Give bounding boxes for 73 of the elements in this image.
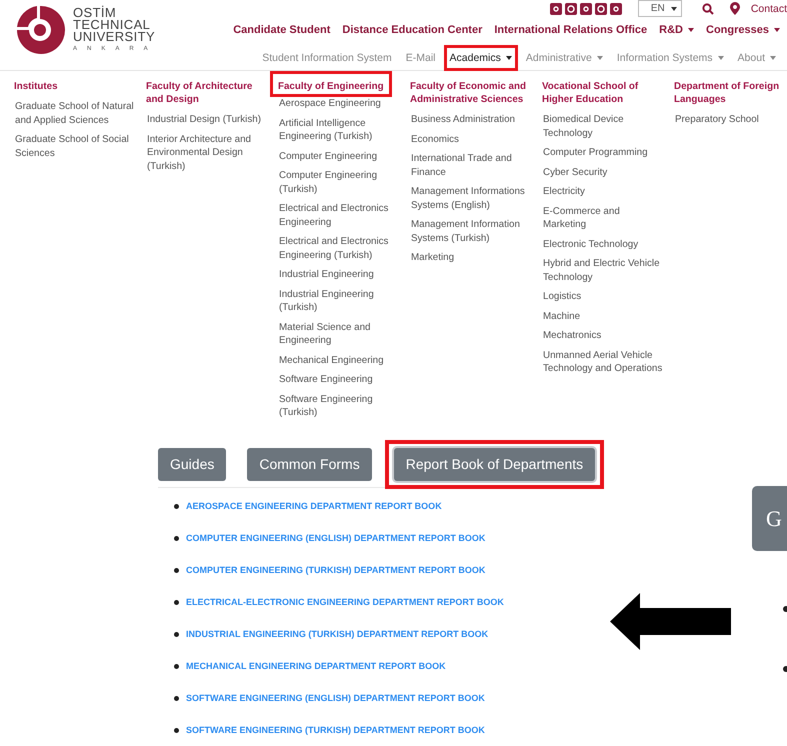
menu-link[interactable]: Hybrid and Electric Vehicle Technology: [543, 257, 664, 284]
menu-link[interactable]: Electrical and Electronics Engineering: [279, 202, 400, 229]
menu-link[interactable]: Interior Architecture and Environmental Design (Turkish): [147, 132, 268, 173]
university-name: TECHNICAL: [73, 19, 150, 31]
bullet-icon: [174, 728, 179, 732]
social-media-icon[interactable]: [594, 2, 607, 14]
menu-link[interactable]: Marketing: [411, 251, 454, 264]
contact-link[interactable]: Contact: [750, 2, 787, 14]
logo-icon: [15, 4, 65, 56]
menu-heading-link[interactable]: Institutes: [11, 77, 61, 96]
nav-link[interactable]: Congresses: [706, 24, 780, 36]
chevron-icon: [670, 6, 677, 10]
menu-link[interactable]: Artificial Intelligence Engineering (Turkish): [279, 116, 400, 144]
menu-link[interactable]: Material Science and Engineering: [279, 320, 400, 348]
menu-heading-link[interactable]: Vocational School of Higher Education: [539, 77, 664, 109]
menu-link[interactable]: Graduate School of Natural and Applied Sciences: [15, 100, 136, 127]
social-media-icon[interactable]: [550, 2, 562, 14]
menu-heading-link[interactable]: Faculty of Economic and Administrative Sciences: [407, 77, 532, 109]
nav-link[interactable]: Candidate Student: [233, 24, 330, 36]
menu-link[interactable]: Industrial Design (Turkish): [147, 113, 261, 126]
menu-link[interactable]: Management Informations Systems (English): [411, 185, 532, 212]
location-pin-icon: [730, 2, 740, 15]
menu-heading-link[interactable]: Department of Foreign Languages: [671, 77, 787, 109]
menu-link[interactable]: Computer Engineering: [279, 150, 378, 163]
menu-link[interactable]: Electronic Technology: [543, 238, 638, 251]
menu-link[interactable]: Software Engineering (Turkish): [279, 392, 400, 420]
menu-link[interactable]: Industrial Engineering: [279, 268, 374, 282]
bullet-icon: [174, 504, 179, 508]
bullet-icon: [174, 536, 179, 540]
menu-link[interactable]: Machine: [543, 310, 580, 323]
nav-link[interactable]: International Relations Office: [494, 24, 648, 36]
search-icon[interactable]: [702, 2, 714, 14]
social-media-icon[interactable]: [564, 2, 577, 14]
menu-link[interactable]: Logistics: [543, 290, 582, 304]
partial-button[interactable]: G: [752, 486, 787, 551]
menu-link[interactable]: Mechatronics: [543, 329, 602, 342]
menu-link[interactable]: Graduate School of Social Sciences: [15, 133, 136, 160]
menu-link[interactable]: Software Engineering: [279, 373, 373, 386]
tab-button[interactable]: Guides: [158, 448, 226, 480]
language-select[interactable]: EN: [638, 0, 682, 17]
nav-link[interactable]: Distance Education Center: [342, 24, 482, 36]
university-name: OSTİM: [73, 7, 116, 19]
menu-link[interactable]: E-Commerce and Marketing: [543, 204, 664, 232]
social-media-icon[interactable]: [580, 2, 592, 14]
menu-link[interactable]: Economics: [411, 132, 459, 146]
social-media-icon[interactable]: [610, 2, 622, 14]
menu-link[interactable]: Biomedical Device Technology: [543, 113, 664, 140]
tab-button[interactable]: Report Book of Departments: [394, 448, 596, 480]
menu-link[interactable]: Cyber Security: [543, 166, 608, 179]
menu-link[interactable]: Management Information Systems (Turkish): [411, 218, 532, 245]
nav-link[interactable]: Academics: [444, 45, 518, 71]
bullet-icon: [174, 600, 179, 604]
arrow-icon: [610, 593, 731, 650]
tab-button[interactable]: Common Forms: [247, 448, 372, 480]
menu-link[interactable]: Preparatory School: [675, 113, 759, 126]
bullet-icon: [174, 568, 179, 572]
menu-link[interactable]: Computer Programming: [543, 146, 648, 160]
menu-link[interactable]: Unmanned Aerial Vehicle Technology and Operations: [543, 348, 664, 376]
menu-link[interactable]: Electrical and Electronics Engineering (Turkish): [279, 235, 400, 262]
menu-link[interactable]: Mechanical Engineering: [279, 354, 384, 367]
menu-link[interactable]: Computer Engineering (Turkish): [279, 169, 400, 196]
bullet-icon: [174, 696, 179, 700]
menu-link[interactable]: Electricity: [543, 185, 585, 198]
menu-heading-link[interactable]: Faculty of Architecture and Design: [143, 77, 268, 109]
menu-link[interactable]: Business Administration: [411, 113, 516, 126]
university-name: UNIVERSITY: [73, 31, 156, 43]
bullet-icon: [174, 664, 179, 668]
bullet-icon: [174, 632, 179, 636]
menu-link[interactable]: International Trade and Finance: [411, 152, 532, 179]
menu-link[interactable]: Aerospace Engineering: [279, 97, 381, 110]
menu-link[interactable]: Industrial Engineering (Turkish): [279, 288, 400, 314]
menu-heading-link[interactable]: Faculty of Engineering: [270, 71, 392, 97]
nav-link[interactable]: R&D: [659, 24, 694, 36]
